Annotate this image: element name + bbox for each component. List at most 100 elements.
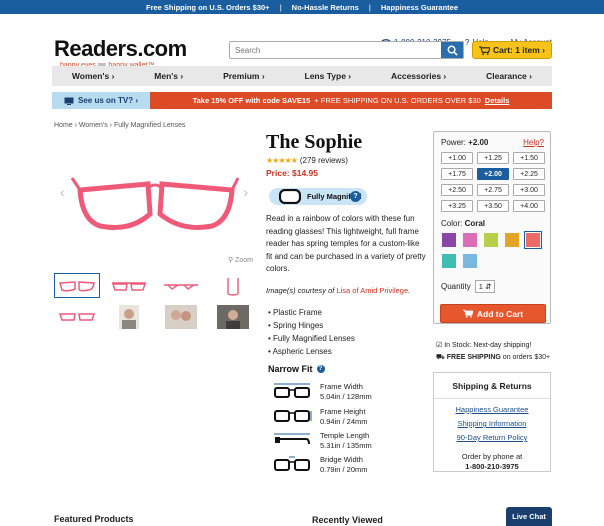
thumbnail[interactable] bbox=[158, 304, 204, 329]
power-option[interactable]: +2.25 bbox=[513, 168, 545, 180]
power-option[interactable]: +1.25 bbox=[477, 152, 509, 164]
power-option[interactable]: +2.75 bbox=[477, 184, 509, 196]
frame-height-icon bbox=[274, 410, 312, 422]
cart-icon bbox=[462, 309, 473, 318]
nav-accessories[interactable]: Accessories › bbox=[391, 71, 446, 81]
promo-details-link[interactable]: Details bbox=[485, 96, 510, 105]
search-icon bbox=[447, 45, 458, 56]
power-help-link[interactable]: Help? bbox=[523, 138, 544, 147]
model-photo-thumb bbox=[119, 304, 139, 329]
spec-label: Frame Width bbox=[320, 382, 363, 391]
order-phone-number[interactable]: 1-800-210-3975 bbox=[434, 462, 550, 471]
nav-womens[interactable]: Women's › bbox=[72, 71, 114, 81]
power-option[interactable]: +1.50 bbox=[513, 152, 545, 164]
promo-code-text: Take 15% OFF with code SAVE15 bbox=[192, 96, 311, 105]
bridge-width-icon bbox=[274, 456, 310, 471]
glasses-thumb bbox=[164, 283, 198, 290]
power-option[interactable]: +2.50 bbox=[441, 184, 473, 196]
product-main-image[interactable]: ‹ › bbox=[54, 140, 254, 265]
search-button[interactable] bbox=[441, 42, 463, 58]
search-input[interactable] bbox=[230, 42, 441, 58]
nav-lens-type[interactable]: Lens Type › bbox=[305, 71, 352, 81]
thumbnail[interactable] bbox=[106, 273, 152, 298]
site-logo[interactable]: Readers.com bbox=[54, 36, 187, 62]
fit-help-icon[interactable]: ? bbox=[316, 365, 325, 373]
fit-title: Narrow Fit bbox=[268, 364, 313, 374]
feature-item: Plastic Frame bbox=[268, 306, 355, 319]
glasses-thumb bbox=[58, 312, 96, 321]
free-shipping-text: Free Shipping on U.S. Orders $30+ bbox=[145, 2, 270, 12]
tv-promo-label: See us on TV? › bbox=[77, 96, 138, 105]
power-option-selected[interactable]: +2.00 bbox=[477, 168, 509, 180]
lens-type-badge: Fully Magnified ? bbox=[269, 188, 367, 205]
magnifier-icon: ⚲ bbox=[228, 257, 234, 264]
power-option[interactable]: +4.00 bbox=[513, 200, 545, 212]
spec-label: Temple Length bbox=[320, 431, 370, 440]
shipping-info-link[interactable]: Shipping Information bbox=[434, 419, 550, 428]
power-option[interactable]: +3.50 bbox=[477, 200, 509, 212]
feature-item: Aspheric Lenses bbox=[268, 345, 355, 358]
order-phone-label: Order by phone at bbox=[461, 452, 523, 461]
shipping-threshold: on orders $30+ bbox=[502, 354, 551, 361]
featured-products-heading: Featured Products bbox=[54, 514, 134, 524]
color-swatch-pink[interactable] bbox=[463, 233, 477, 247]
lens-help-icon[interactable]: ? bbox=[350, 191, 361, 202]
tv-icon bbox=[64, 97, 74, 105]
thumbnail[interactable] bbox=[54, 304, 100, 329]
color-heading: Color: Coral bbox=[441, 219, 485, 228]
return-policy-link[interactable]: 90-Day Return Policy bbox=[434, 433, 550, 442]
product-title: The Sophie bbox=[266, 131, 363, 153]
model-photo-thumb bbox=[217, 304, 249, 329]
color-swatch-orange[interactable] bbox=[505, 233, 519, 247]
happiness-guarantee-link[interactable]: Happiness Guarantee bbox=[434, 405, 550, 414]
thumbnail[interactable] bbox=[54, 273, 100, 298]
power-option[interactable]: +3.00 bbox=[513, 184, 545, 196]
spec-value: 0.94in / 24mm bbox=[320, 416, 368, 426]
power-option[interactable]: +1.75 bbox=[441, 168, 473, 180]
thumbnail[interactable] bbox=[158, 273, 204, 298]
live-chat-button[interactable]: Live Chat bbox=[506, 507, 552, 526]
tv-promo-link[interactable]: See us on TV? › bbox=[52, 92, 150, 109]
thumbnail[interactable] bbox=[106, 304, 152, 329]
color-swatch-coral[interactable] bbox=[524, 231, 542, 249]
thumbnail[interactable] bbox=[210, 304, 256, 329]
zoom-link[interactable]: ⚲ Zoom bbox=[228, 256, 253, 264]
review-count: (279 reviews) bbox=[299, 156, 348, 165]
spec-value: 5.31in / 135mm bbox=[320, 440, 372, 450]
color-swatch-green[interactable] bbox=[484, 233, 498, 247]
cart-label: Cart: 1 item › bbox=[493, 45, 545, 55]
power-label: Power: bbox=[441, 138, 466, 147]
prev-image-arrow[interactable]: ‹ bbox=[60, 184, 65, 200]
quantity-select[interactable]: 1 ⇵ bbox=[474, 280, 496, 293]
cart-button[interactable]: Cart: 1 item › bbox=[472, 41, 552, 59]
feature-item: Spring Hinges bbox=[268, 319, 355, 332]
happiness-guarantee-text: Happiness Guarantee bbox=[380, 2, 458, 12]
image-credit: Image(s) courtesy of Lisa of Amid Privil… bbox=[266, 286, 411, 295]
product-price: Price: $14.95 bbox=[266, 168, 318, 178]
color-selected: Coral bbox=[464, 219, 486, 228]
add-to-cart-button[interactable]: Add to Cart bbox=[440, 304, 546, 323]
fit-heading: Narrow Fit ? bbox=[268, 364, 325, 374]
power-heading: Power: +2.00 bbox=[441, 138, 488, 147]
color-swatch-teal[interactable] bbox=[442, 254, 456, 268]
add-to-cart-label: Add to Cart bbox=[476, 308, 524, 319]
power-option[interactable]: +1.00 bbox=[441, 152, 473, 164]
color-swatch-blue[interactable] bbox=[463, 254, 477, 268]
credit-link[interactable]: Lisa of Amid Privilege bbox=[336, 286, 408, 295]
breadcrumb[interactable]: Home › Women's › Fully Magnified Lenses bbox=[54, 122, 186, 129]
search-bar bbox=[229, 41, 464, 59]
quantity-value: 1 bbox=[478, 282, 483, 291]
nav-premium[interactable]: Premium › bbox=[223, 71, 265, 81]
power-selected: +2.00 bbox=[468, 138, 489, 147]
cart-icon bbox=[479, 45, 491, 55]
next-image-arrow[interactable]: › bbox=[243, 184, 248, 200]
nav-mens[interactable]: Men's › bbox=[154, 71, 183, 81]
power-option[interactable]: +3.25 bbox=[441, 200, 473, 212]
product-rating[interactable]: ★★★★★ (279 reviews) bbox=[266, 156, 348, 165]
color-swatch-purple[interactable] bbox=[442, 233, 456, 247]
thumbnail[interactable] bbox=[210, 273, 256, 298]
discount-promo: Take 15% OFF with code SAVE15 + FREE SHI… bbox=[150, 92, 552, 109]
free-shipping-label: FREE SHIPPING bbox=[446, 354, 501, 361]
nav-clearance[interactable]: Clearance › bbox=[486, 71, 532, 81]
feature-list: Plastic Frame Spring Hinges Fully Magnif… bbox=[268, 306, 355, 358]
